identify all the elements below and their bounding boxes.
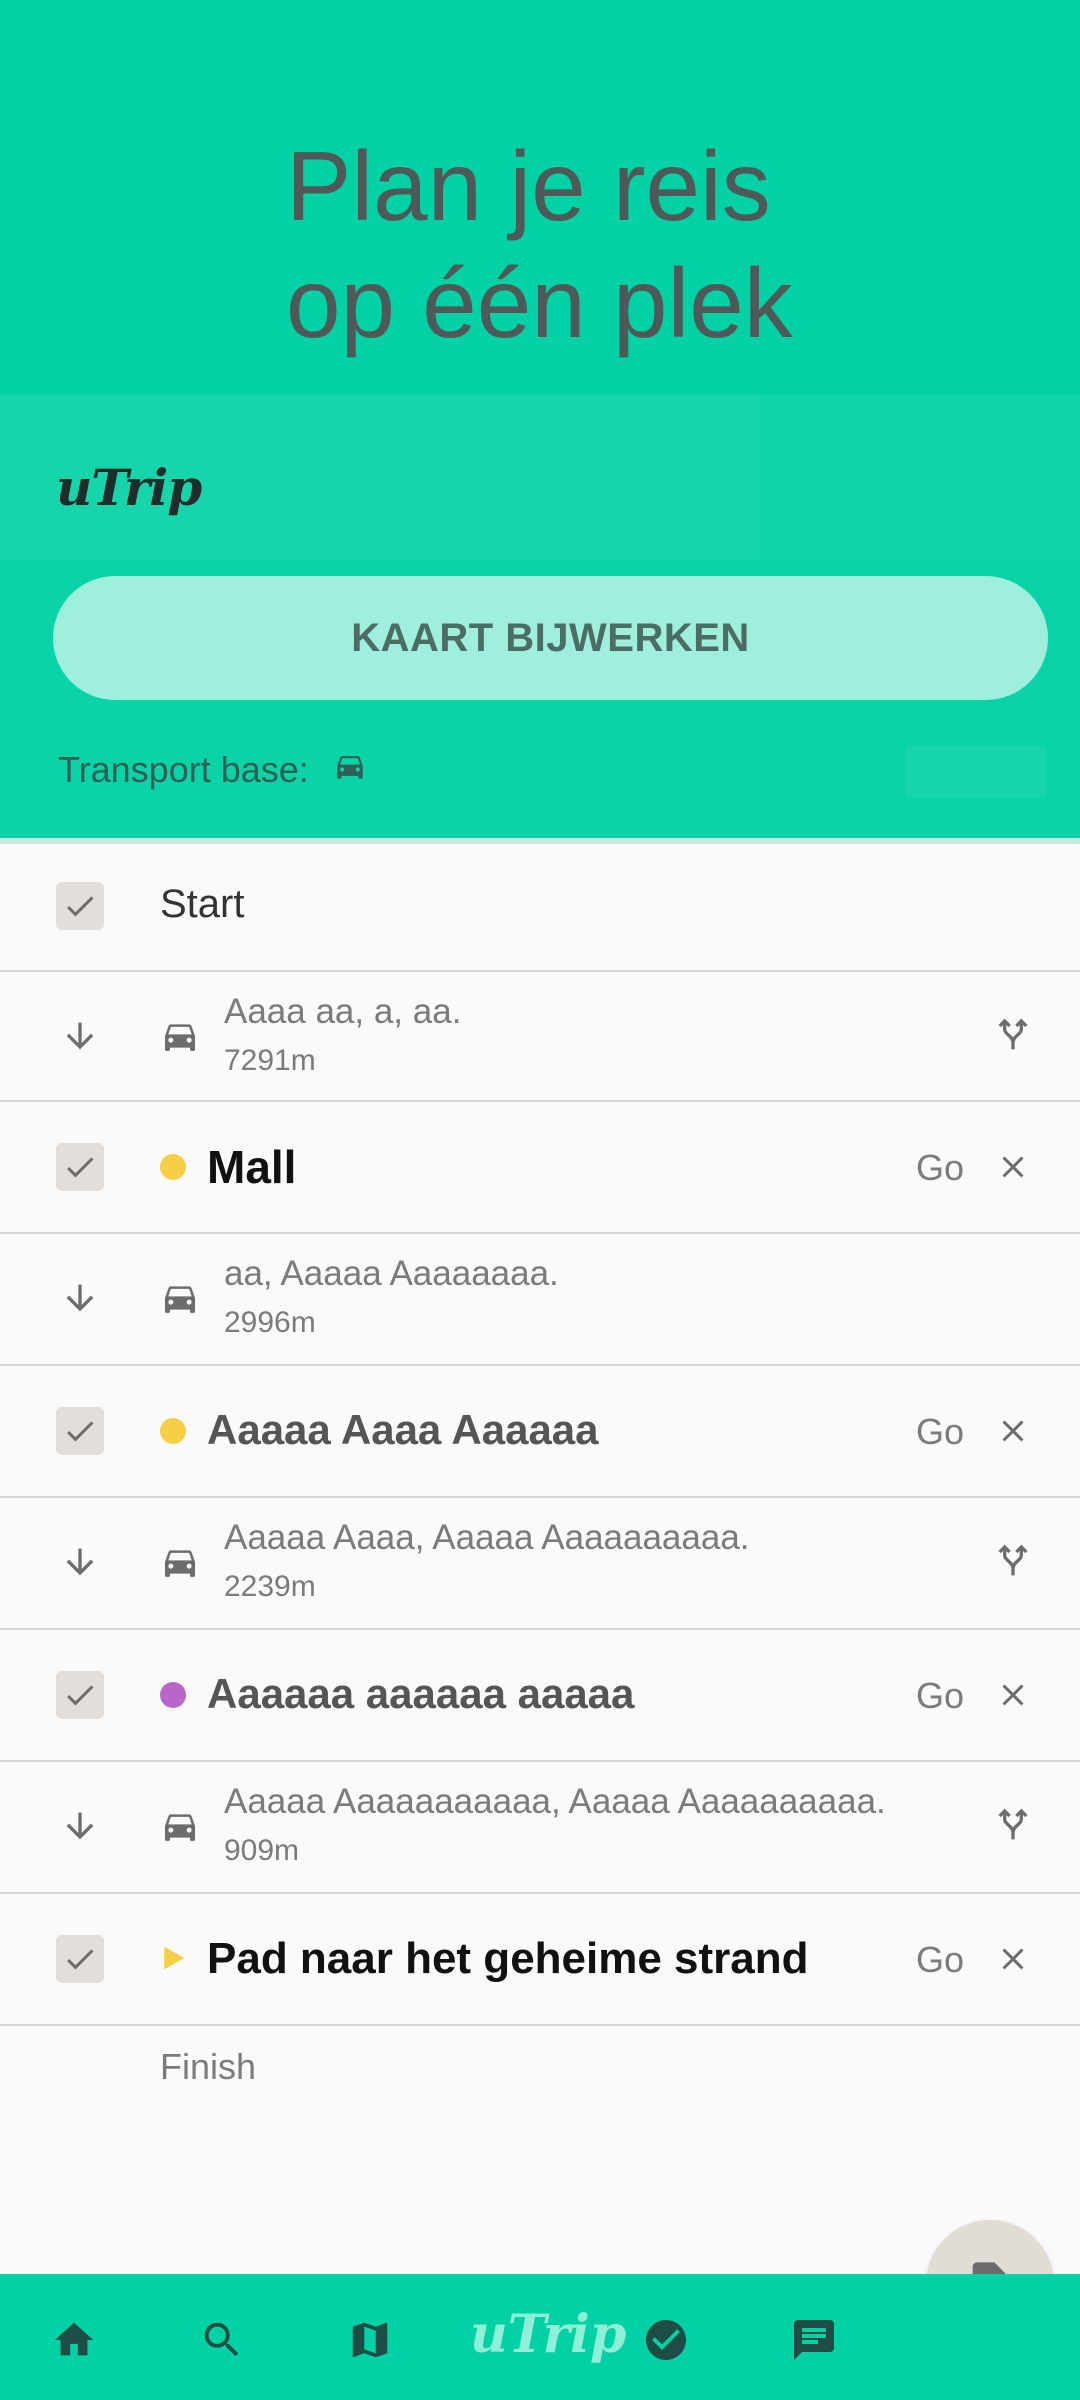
- stop-row[interactable]: Mall Go: [0, 1102, 1080, 1234]
- close-icon[interactable]: [995, 1149, 1031, 1185]
- car-icon: [165, 1550, 195, 1577]
- check-icon: [67, 1421, 94, 1442]
- leg-route-text: aa, Aaaaa Aaaaaaaa.: [224, 1254, 559, 1293]
- leg-route-text: Aaaaa Aaaaaaaaaaa, Aaaaa Aaaaaaaaaa.: [224, 1782, 886, 1821]
- check-icon: [67, 896, 94, 917]
- brand-logo: uTrip: [56, 458, 202, 517]
- leg-row: aa, Aaaaa Aaaaaaaa. 2996m: [0, 1234, 1080, 1366]
- check-icon: [67, 1685, 94, 1706]
- leg-route-text: Aaaa aa, a, aa.: [224, 992, 462, 1031]
- car-icon: [165, 1286, 195, 1313]
- check-icon: [67, 1157, 94, 1178]
- fork-route-icon[interactable]: [993, 1016, 1033, 1056]
- update-map-button[interactable]: KAART BIJWERKEN: [53, 576, 1048, 700]
- fork-route-icon[interactable]: [993, 1542, 1033, 1582]
- leg-row: Aaaaa Aaaa, Aaaaa Aaaaaaaaaa. 2239m: [0, 1498, 1080, 1630]
- stop-checkbox[interactable]: [56, 1407, 104, 1455]
- check-circle-icon[interactable]: [640, 2314, 692, 2366]
- transport-base-spacer: [906, 746, 1046, 798]
- transport-base-label: Transport base:: [58, 749, 309, 790]
- stop-row[interactable]: Aaaaaa aaaaaa aaaaa Go: [0, 1630, 1080, 1762]
- stop-title: Aaaaaa aaaaaa aaaaa: [207, 1670, 635, 1717]
- stop-checkbox[interactable]: [56, 1935, 104, 1983]
- panel-shade-right: [760, 395, 1080, 560]
- finish-label: Finish: [160, 2046, 257, 2087]
- chat-icon[interactable]: [788, 2314, 840, 2366]
- stop-color-dot: [160, 1154, 186, 1180]
- start-checkbox[interactable]: [56, 882, 104, 930]
- stop-color-dot: [160, 1418, 186, 1444]
- map-icon[interactable]: [344, 2314, 396, 2366]
- go-button[interactable]: Go: [916, 1939, 964, 1981]
- arrow-down-icon: [66, 1022, 94, 1050]
- check-icon: [67, 1949, 94, 1970]
- close-icon[interactable]: [995, 1677, 1031, 1713]
- leg-distance: 7291m: [224, 1044, 316, 1077]
- go-button[interactable]: Go: [916, 1675, 964, 1717]
- stop-row[interactable]: Pad naar het geheime strand Go: [0, 1894, 1080, 2026]
- transport-base: Transport base:: [58, 745, 369, 795]
- stop-color-dot: [160, 1682, 186, 1708]
- leg-row: Aaaa aa, a, aa. 7291m: [0, 972, 1080, 1102]
- stop-row[interactable]: Aaaaa Aaaa Aaaaaa Go: [0, 1366, 1080, 1498]
- stop-title: Mall: [207, 1141, 297, 1193]
- go-button[interactable]: Go: [916, 1147, 964, 1189]
- car-icon: [165, 1814, 195, 1841]
- arrow-down-icon: [66, 1284, 94, 1312]
- arrow-down-icon: [66, 1812, 94, 1840]
- car-icon: [165, 1024, 195, 1051]
- leg-distance: 2996m: [224, 1306, 316, 1339]
- bottom-navigation: uTrip: [0, 2274, 1080, 2400]
- play-marker-icon: [164, 1946, 185, 1970]
- search-icon[interactable]: [196, 2314, 248, 2366]
- stop-checkbox[interactable]: [56, 1671, 104, 1719]
- start-row: Start: [0, 844, 1080, 972]
- hero-banner: Plan je reis op één plek: [0, 0, 1080, 395]
- leg-distance: 909m: [224, 1834, 300, 1867]
- fork-route-icon[interactable]: [993, 1806, 1033, 1846]
- leg-distance: 2239m: [224, 1570, 316, 1603]
- hero-line-2: op één plek: [286, 248, 793, 358]
- stop-checkbox[interactable]: [56, 1143, 104, 1191]
- hero-line-1: Plan je reis: [286, 131, 771, 241]
- leg-route-text: Aaaaa Aaaa, Aaaaa Aaaaaaaaaa.: [224, 1518, 750, 1557]
- hero-title: Plan je reis op één plek: [286, 128, 793, 362]
- start-label: Start: [160, 882, 245, 926]
- nav-brand-logo[interactable]: uTrip: [470, 2304, 626, 2365]
- stop-title: Aaaaa Aaaa Aaaaaa: [207, 1406, 599, 1453]
- home-icon[interactable]: [48, 2314, 100, 2366]
- close-icon[interactable]: [995, 1941, 1031, 1977]
- close-icon[interactable]: [995, 1413, 1031, 1449]
- car-icon[interactable]: [331, 749, 369, 792]
- stop-title: Pad naar het geheime strand: [207, 1934, 809, 1983]
- leg-row: Aaaaa Aaaaaaaaaaa, Aaaaa Aaaaaaaaaa. 909…: [0, 1762, 1080, 1894]
- arrow-down-icon: [66, 1548, 94, 1576]
- go-button[interactable]: Go: [916, 1411, 964, 1453]
